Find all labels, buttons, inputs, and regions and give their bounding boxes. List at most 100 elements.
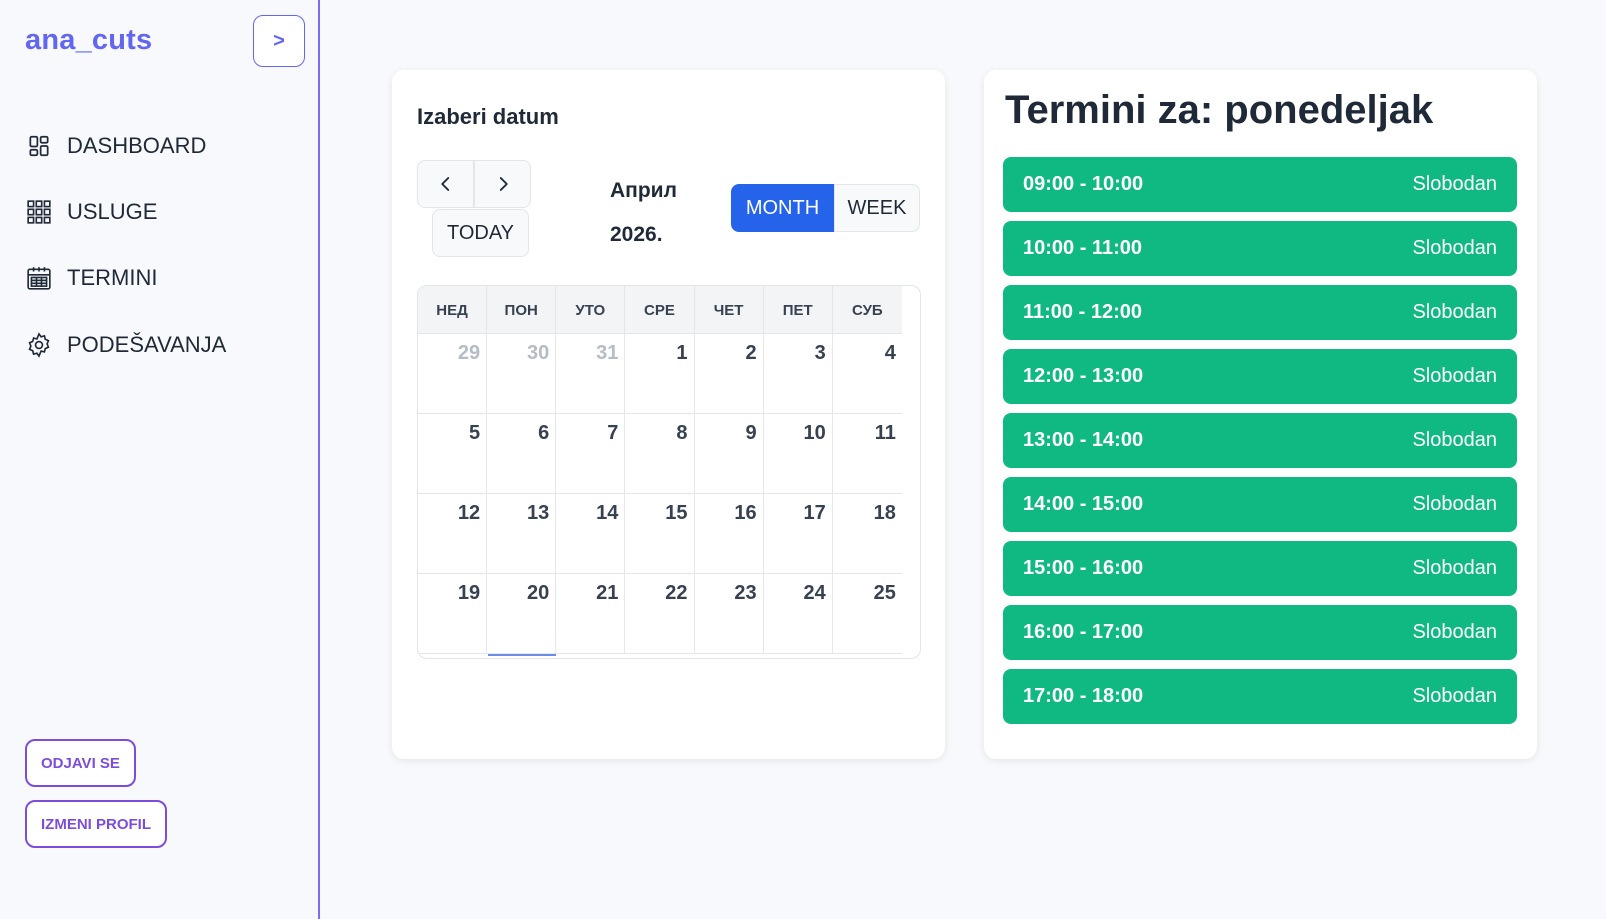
day-cell[interactable]: 30: [487, 334, 557, 414]
slot-status: Slobodan: [1412, 237, 1497, 259]
time-slot[interactable]: 15:00 - 16:00 Slobodan: [1003, 541, 1517, 596]
day-cell[interactable]: 25: [833, 574, 902, 654]
day-number: 14: [596, 502, 619, 524]
slot-status: Slobodan: [1412, 557, 1497, 579]
sidebar-item-label: PODEŠAVANJA: [67, 332, 227, 357]
dashboard-icon: [25, 132, 53, 160]
slot-time: 13:00 - 14:00: [1023, 429, 1144, 451]
day-cell[interactable]: 21: [556, 574, 626, 654]
weekday-header-cell: ЧЕТ: [695, 286, 764, 334]
today-button[interactable]: TODAY: [432, 209, 529, 257]
day-number: 29: [457, 342, 481, 364]
slot-status: Slobodan: [1412, 493, 1497, 515]
logout-button[interactable]: ODJAVI SE: [25, 739, 136, 787]
day-number: 2: [745, 342, 757, 364]
day-cell[interactable]: 3: [764, 334, 833, 414]
day-number: 9: [745, 422, 757, 444]
sidebar-item-usluge[interactable]: USLUGE: [25, 198, 157, 226]
day-cell[interactable]: 20: [487, 574, 557, 654]
day-cell[interactable]: 15: [625, 494, 695, 574]
time-slot[interactable]: 16:00 - 17:00 Slobodan: [1003, 605, 1517, 660]
weekday-header-cell: СУБ: [851, 301, 883, 319]
weekday-header: НЕД ПОН УТО СРЕ ЧЕТ ПЕТ СУБ: [418, 286, 902, 334]
day-number: 5: [469, 422, 481, 444]
slot-status: Slobodan: [1412, 365, 1497, 387]
day-cell[interactable]: 22: [625, 574, 695, 654]
day-number: 31: [596, 342, 619, 364]
day-cell[interactable]: 13: [487, 494, 557, 574]
view-week-button[interactable]: WEEK: [834, 184, 920, 232]
week-row: 29 30 31 1 2 3 4: [418, 334, 902, 414]
day-number: 4: [884, 342, 896, 364]
sidebar-toggle-button[interactable]: >: [253, 15, 305, 67]
time-slot[interactable]: 09:00 - 10:00 Slobodan: [1003, 157, 1517, 212]
time-slot[interactable]: 17:00 - 18:00 Slobodan: [1003, 669, 1517, 724]
slot-time: 15:00 - 16:00: [1023, 557, 1144, 579]
weekday-header-cell: УТО: [556, 286, 626, 334]
weekday-header-cell: СРЕ: [625, 286, 695, 334]
day-number: 23: [734, 582, 757, 604]
day-cell[interactable]: 12: [418, 494, 488, 574]
calendar-period-label: Април 2026.: [610, 169, 730, 257]
time-slots-card: Termini za: ponedeljak 09:00 - 10:00 Slob…: [984, 70, 1537, 759]
day-cell[interactable]: 4: [833, 334, 902, 414]
day-cell[interactable]: 23: [695, 574, 764, 654]
time-slot[interactable]: 13:00 - 14:00 Slobodan: [1003, 413, 1517, 468]
edit-profile-button[interactable]: IZMENI PROFIL: [25, 800, 167, 848]
day-cell[interactable]: 11: [833, 414, 902, 494]
sidebar-item-dashboard[interactable]: DASHBOARD: [25, 132, 206, 160]
slots-title: Termini za: ponedeljak: [1005, 88, 1434, 132]
day-cell[interactable]: 17: [764, 494, 833, 574]
day-number: 18: [873, 502, 896, 524]
sidebar-item-termini[interactable]: TERMINI: [25, 264, 157, 292]
day-cell[interactable]: 6: [487, 414, 557, 494]
day-cell[interactable]: 14: [556, 494, 626, 574]
day-cell[interactable]: 2: [695, 334, 764, 414]
week-row: 5 6 7 8 9 10 11: [418, 414, 902, 494]
day-number: 7: [607, 422, 619, 444]
calendar-card: Izaberi datum TODAY Април 2026. MONTH WE…: [392, 70, 945, 759]
day-number: 20: [527, 582, 550, 604]
month-grid: НЕД ПОН УТО СРЕ ЧЕТ ПЕТ СУБ 29 30 31 1 2 3 4 5 6 7 8 9 10 1…: [417, 285, 921, 659]
sidebar-item-podesavanja[interactable]: PODEŠAVANJA: [25, 331, 226, 359]
time-slot[interactable]: 12:00 - 13:00 Slobodan: [1003, 349, 1517, 404]
day-cell[interactable]: 18: [833, 494, 902, 574]
day-cell[interactable]: 10: [764, 414, 833, 494]
slot-time: 17:00 - 18:00: [1023, 685, 1144, 707]
time-slot[interactable]: 11:00 - 12:00 Slobodan: [1003, 285, 1517, 340]
prev-month-button[interactable]: [417, 160, 474, 208]
day-number: 12: [457, 502, 481, 524]
next-month-button[interactable]: [474, 160, 531, 208]
calendar-icon: [25, 264, 53, 292]
weekday-header-cell: НЕД: [418, 286, 488, 334]
day-cell[interactable]: 31: [556, 334, 626, 414]
week-row: 19 20 21 22 23 24 25: [418, 574, 902, 654]
day-number: 22: [665, 582, 688, 604]
day-cell[interactable]: 29: [418, 334, 488, 414]
day-number: 15: [665, 502, 688, 524]
slot-status: Slobodan: [1412, 685, 1497, 707]
time-slot[interactable]: 10:00 - 11:00 Slobodan: [1003, 221, 1517, 276]
slot-time: 11:00 - 12:00: [1023, 301, 1142, 323]
day-number: 11: [874, 422, 896, 444]
day-number: 3: [814, 342, 826, 364]
day-cell[interactable]: 9: [695, 414, 764, 494]
view-month-button[interactable]: MONTH: [731, 184, 834, 232]
time-slot[interactable]: 14:00 - 15:00 Slobodan: [1003, 477, 1517, 532]
day-number: 30: [527, 342, 550, 364]
slot-time: 14:00 - 15:00: [1023, 493, 1144, 515]
slot-time: 09:00 - 10:00: [1023, 173, 1144, 195]
day-number: 24: [803, 582, 826, 604]
day-cell[interactable]: 1: [625, 334, 695, 414]
slot-status: Slobodan: [1412, 173, 1497, 195]
day-number: 1: [676, 342, 688, 364]
brand-logo[interactable]: ana_cuts: [25, 24, 152, 57]
day-cell[interactable]: 8: [625, 414, 695, 494]
day-cell[interactable]: 16: [695, 494, 764, 574]
day-cell[interactable]: 5: [418, 414, 488, 494]
day-cell[interactable]: 19: [418, 574, 488, 654]
day-cell[interactable]: 24: [764, 574, 833, 654]
day-cell[interactable]: 7: [556, 414, 626, 494]
calendar-year: 2026.: [610, 223, 663, 246]
weekday-header-cell: ПЕТ: [764, 286, 833, 334]
